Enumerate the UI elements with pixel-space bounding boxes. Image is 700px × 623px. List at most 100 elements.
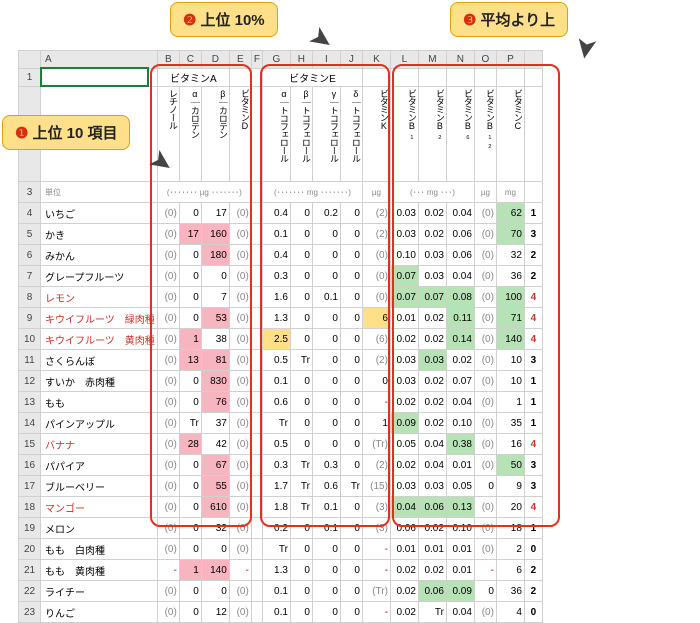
cell-name[interactable]: いちご <box>41 203 158 224</box>
cell[interactable]: 0.02 <box>418 518 446 539</box>
cell[interactable]: 610 <box>201 497 229 518</box>
cell[interactable]: 0 <box>340 350 362 371</box>
cell[interactable]: (0) <box>229 434 251 455</box>
cell[interactable]: (0) <box>474 245 496 266</box>
cell[interactable]: 0 <box>179 203 201 224</box>
cell[interactable]: 0 <box>179 518 201 539</box>
row-header[interactable]: 9 <box>19 308 41 329</box>
cell[interactable]: (0) <box>474 224 496 245</box>
cell-name[interactable]: パインアップル <box>41 413 158 434</box>
cell-name[interactable]: バナナ <box>41 434 158 455</box>
cell[interactable]: (0) <box>229 203 251 224</box>
cell[interactable]: (0) <box>157 434 179 455</box>
cell[interactable]: 1.6 <box>262 287 290 308</box>
cell[interactable]: 0.01 <box>390 308 418 329</box>
row-header[interactable]: 7 <box>19 266 41 287</box>
col-header[interactable]: F <box>251 51 262 69</box>
cell[interactable]: 0 <box>340 413 362 434</box>
cell[interactable]: 0 <box>290 560 312 581</box>
cell[interactable]: 37 <box>201 413 229 434</box>
cell[interactable]: (0) <box>474 539 496 560</box>
cell[interactable]: (3) <box>362 518 390 539</box>
cell[interactable]: 0.11 <box>446 308 474 329</box>
cell[interactable]: 0 <box>290 392 312 413</box>
row-header[interactable]: 14 <box>19 413 41 434</box>
cell-name[interactable]: りんご <box>41 602 158 623</box>
cell[interactable]: 0.02 <box>418 560 446 581</box>
cell[interactable]: (0) <box>229 602 251 623</box>
row-header[interactable]: 12 <box>19 371 41 392</box>
cell[interactable]: 0.02 <box>390 602 418 623</box>
cell[interactable]: 0 <box>179 539 201 560</box>
row-header[interactable]: 21 <box>19 560 41 581</box>
cell[interactable] <box>251 581 262 602</box>
cell[interactable]: 0.1 <box>312 497 340 518</box>
cell[interactable]: 0 <box>201 539 229 560</box>
cell[interactable]: µg <box>362 182 390 203</box>
cell-name[interactable]: すいか 赤肉種 <box>41 371 158 392</box>
cell-count[interactable]: 2 <box>524 560 542 581</box>
cell[interactable]: 0.01 <box>418 539 446 560</box>
cell[interactable] <box>524 87 542 182</box>
cell[interactable]: 17 <box>201 203 229 224</box>
cell[interactable]: (0) <box>157 371 179 392</box>
col-header[interactable]: D <box>201 51 229 69</box>
cell[interactable] <box>251 413 262 434</box>
cell-name[interactable]: パパイア <box>41 455 158 476</box>
cell[interactable]: 1 <box>179 329 201 350</box>
cell[interactable]: 140 <box>496 329 524 350</box>
cell[interactable]: 71 <box>496 308 524 329</box>
cell[interactable] <box>251 518 262 539</box>
cell[interactable]: 0 <box>340 329 362 350</box>
cell-name[interactable]: レモン <box>41 287 158 308</box>
cell[interactable]: 0 <box>340 581 362 602</box>
cell[interactable]: (0) <box>229 539 251 560</box>
cell[interactable]: 0 <box>340 560 362 581</box>
cell[interactable]: 0 <box>179 476 201 497</box>
cell[interactable]: 0 <box>340 371 362 392</box>
cell[interactable] <box>229 69 251 87</box>
cell[interactable]: (0) <box>157 413 179 434</box>
cell[interactable]: 0 <box>312 581 340 602</box>
cell-count[interactable]: 4 <box>524 287 542 308</box>
cell-name[interactable]: マンゴー <box>41 497 158 518</box>
cell[interactable]: 0 <box>290 224 312 245</box>
cell-count[interactable]: 2 <box>524 266 542 287</box>
cell[interactable]: 0.3 <box>262 455 290 476</box>
cell[interactable] <box>524 182 542 203</box>
row-header[interactable]: 5 <box>19 224 41 245</box>
row-header[interactable]: 6 <box>19 245 41 266</box>
cell[interactable]: 0 <box>312 350 340 371</box>
cell-count[interactable]: 1 <box>524 518 542 539</box>
cell[interactable]: (0) <box>474 329 496 350</box>
cell[interactable]: ビタミンB₂ <box>418 87 446 182</box>
cell[interactable]: 0.02 <box>390 392 418 413</box>
cell[interactable]: β｜カロテン <box>201 87 229 182</box>
cell[interactable]: (0) <box>229 581 251 602</box>
cell[interactable]: 2 <box>496 539 524 560</box>
row-header[interactable]: 23 <box>19 602 41 623</box>
cell[interactable]: 830 <box>201 371 229 392</box>
cell[interactable]: 0 <box>179 245 201 266</box>
cell[interactable]: (0) <box>362 287 390 308</box>
cell[interactable]: 38 <box>201 329 229 350</box>
cell[interactable]: 32 <box>496 245 524 266</box>
cell[interactable]: ビタミンC <box>496 87 524 182</box>
cell[interactable] <box>251 287 262 308</box>
cell[interactable]: (3) <box>362 497 390 518</box>
cell[interactable]: ビタミンB₁ <box>390 87 418 182</box>
cell[interactable]: 0 <box>340 266 362 287</box>
cell[interactable]: 0.03 <box>418 476 446 497</box>
cell[interactable]: 0.38 <box>446 434 474 455</box>
cell[interactable]: 0 <box>179 266 201 287</box>
cell[interactable]: 0 <box>179 581 201 602</box>
cell[interactable]: 1.8 <box>262 497 290 518</box>
col-header[interactable]: E <box>229 51 251 69</box>
cell[interactable]: 0 <box>312 413 340 434</box>
cell[interactable]: - <box>229 560 251 581</box>
cell[interactable]: 0.02 <box>418 224 446 245</box>
cell[interactable]: 0.03 <box>418 350 446 371</box>
cell[interactable]: (･･･ mg ･･･) <box>390 182 474 203</box>
col-header[interactable]: C <box>179 51 201 69</box>
cell[interactable]: (2) <box>362 224 390 245</box>
